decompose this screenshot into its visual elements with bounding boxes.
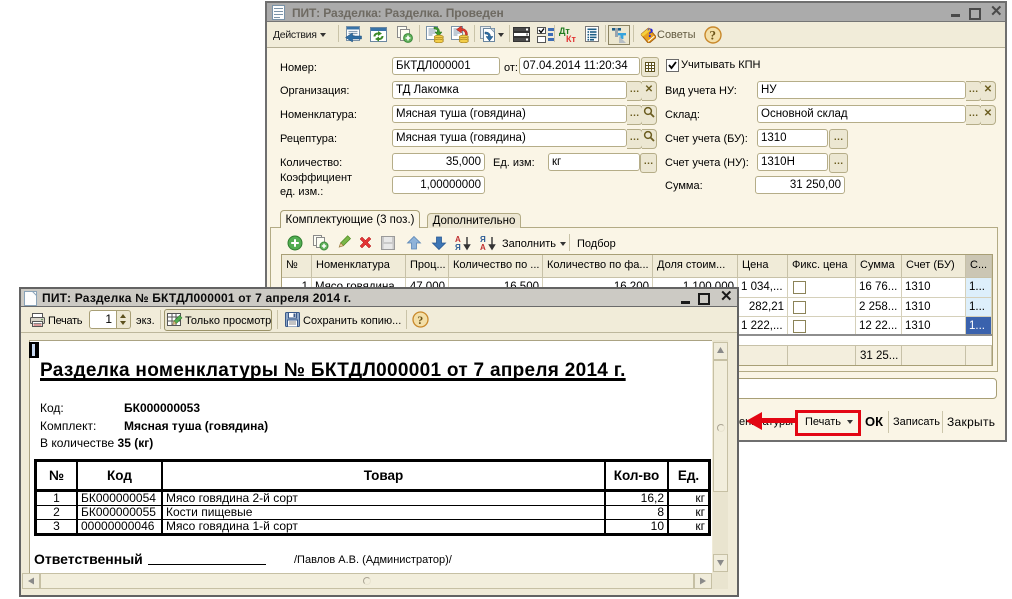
svg-text:А: А — [480, 243, 486, 251]
svg-text:Я: Я — [455, 243, 461, 251]
svg-text:?: ? — [710, 28, 717, 43]
svg-text:?: ? — [647, 26, 654, 40]
svg-text:Кт: Кт — [566, 34, 576, 43]
svg-text:?: ? — [417, 313, 423, 327]
